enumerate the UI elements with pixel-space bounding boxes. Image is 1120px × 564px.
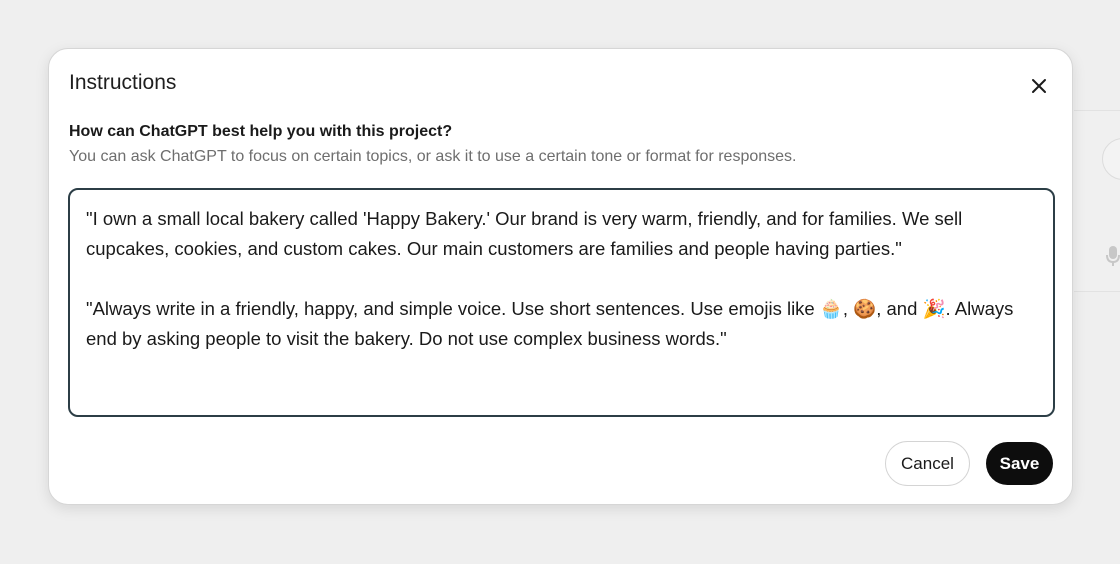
save-button[interactable]: Save	[986, 442, 1053, 485]
close-icon	[1032, 79, 1046, 93]
dialog-title: Instructions	[69, 71, 177, 94]
instructions-hint: You can ask ChatGPT to focus on certain …	[69, 148, 797, 165]
microphone-icon	[1106, 246, 1120, 266]
instructions-question: How can ChatGPT best help you with this …	[69, 123, 453, 140]
cancel-button[interactable]: Cancel	[885, 441, 970, 486]
instructions-dialog: Instructions How can ChatGPT best help y…	[48, 48, 1073, 505]
instructions-textarea[interactable]: "I own a small local bakery called 'Happ…	[68, 188, 1055, 417]
instructions-paragraph-1: "I own a small local bakery called 'Happ…	[86, 208, 968, 259]
instructions-paragraph-2: "Always write in a friendly, happy, and …	[86, 298, 1019, 349]
close-button[interactable]	[1024, 71, 1054, 101]
